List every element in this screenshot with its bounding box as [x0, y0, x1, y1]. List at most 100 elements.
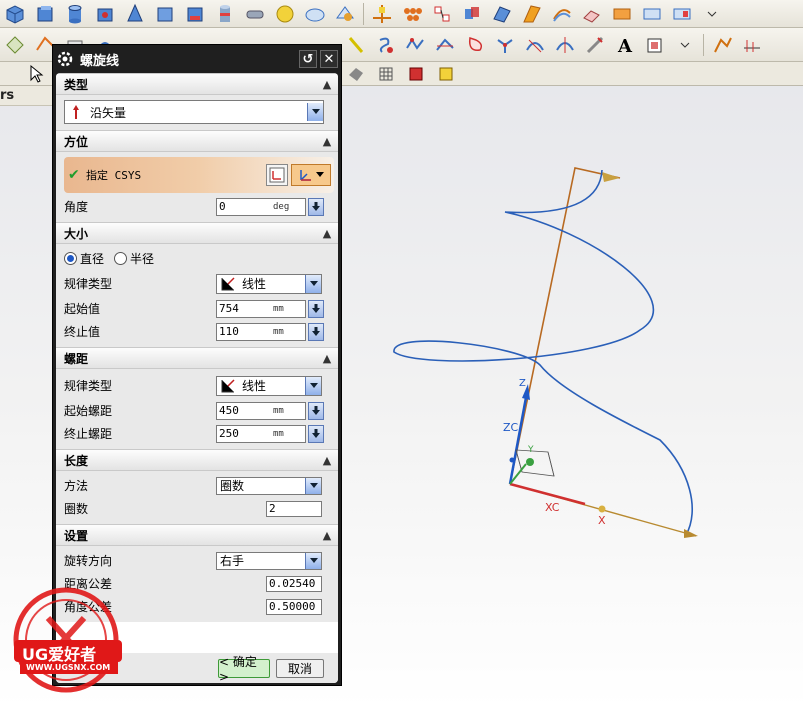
distance-tolerance-field[interactable]: 0.02540 — [266, 575, 322, 592]
eraser-icon[interactable] — [580, 2, 604, 26]
hole-block-icon[interactable] — [93, 2, 117, 26]
helix-axis-line — [509, 167, 621, 485]
chevron-down-icon[interactable] — [305, 376, 321, 395]
chevron-down-icon[interactable] — [305, 552, 321, 569]
section-orientation-header[interactable]: 方位 ▲ — [56, 130, 338, 152]
chevron-down-icon[interactable] — [305, 477, 321, 494]
start-value-field[interactable]: 754 mm — [216, 299, 306, 318]
pad-icon[interactable] — [183, 2, 207, 26]
offset-face-icon[interactable] — [610, 2, 634, 26]
patch-icon[interactable] — [670, 2, 694, 26]
pipe-icon[interactable] — [243, 2, 267, 26]
ok-button[interactable]: < 确定 > — [218, 655, 270, 683]
end-value-menu-button[interactable] — [308, 322, 324, 341]
section-type-header[interactable]: 类型 ▲ — [56, 73, 338, 95]
method-select[interactable]: 圈数 — [216, 476, 322, 495]
wave-link-icon[interactable] — [460, 2, 484, 26]
join-curve-icon[interactable] — [493, 33, 517, 57]
csys-type-button[interactable] — [291, 164, 331, 186]
end-pitch-field[interactable]: 250 mm — [216, 424, 306, 443]
svg-text:A: A — [617, 36, 633, 56]
chevron-down-icon[interactable] — [315, 171, 325, 179]
stop-icon[interactable] — [404, 62, 428, 86]
csys-origin-handle — [526, 458, 534, 466]
radius-radio[interactable]: 半径 — [114, 250, 154, 267]
blend-icon[interactable] — [333, 2, 357, 26]
specify-csys-row[interactable]: ✔ 指定 CSYS — [64, 157, 334, 193]
bridge-curve-icon[interactable] — [463, 33, 487, 57]
rotation-direction-label: 旋转方向 — [64, 554, 113, 568]
chevron-down-icon[interactable] — [307, 103, 323, 121]
turns-field[interactable]: 2 — [266, 500, 322, 517]
cancel-button[interactable]: 取消 — [276, 658, 324, 678]
y-label: Y — [527, 445, 534, 455]
pitch-law-select[interactable]: 线性 — [216, 375, 322, 396]
angle-field[interactable]: 0 deg — [216, 197, 306, 216]
collapse-icon[interactable]: ▲ — [316, 227, 338, 240]
cylinder-icon[interactable] — [63, 2, 87, 26]
end-value-field[interactable]: 110 mm — [216, 322, 306, 341]
pattern-icon[interactable] — [400, 2, 424, 26]
isocline-icon[interactable] — [403, 33, 427, 57]
point-set-icon[interactable] — [430, 2, 454, 26]
section-settings-header[interactable]: 设置 ▲ — [56, 524, 338, 546]
collapse-icon[interactable]: ▲ — [316, 352, 338, 365]
close-button[interactable]: ✕ — [320, 50, 338, 68]
move-object-icon[interactable] — [370, 2, 394, 26]
type-select[interactable]: 沿矢量 — [64, 100, 324, 124]
cone-icon[interactable] — [123, 2, 147, 26]
frame-icon[interactable] — [434, 62, 458, 86]
reset-button[interactable]: ↺ — [299, 50, 317, 68]
collapse-icon[interactable]: ▲ — [316, 529, 338, 542]
shade-icon[interactable] — [344, 62, 368, 86]
more-toolbar-icon[interactable] — [700, 2, 724, 26]
top-toolbar — [0, 0, 803, 28]
trim-curve-icon[interactable] — [523, 33, 547, 57]
size-law-select[interactable]: 线性 — [216, 273, 322, 294]
grid-icon[interactable] — [374, 62, 398, 86]
edit-curve-icon[interactable] — [583, 33, 607, 57]
section-pitch-header[interactable]: 螺距 ▲ — [56, 347, 338, 369]
split-curve-icon[interactable] — [553, 33, 577, 57]
diameter-radio[interactable]: 直径 — [64, 250, 104, 267]
csys-dialog-button[interactable] — [266, 164, 288, 186]
tube-icon[interactable] — [213, 2, 237, 26]
select-arrow-icon[interactable] — [24, 62, 48, 86]
end-pitch-menu-button[interactable] — [308, 424, 324, 443]
collapse-icon[interactable]: ▲ — [316, 135, 338, 148]
collapse-icon[interactable]: ▲ — [316, 78, 338, 91]
angle-menu-button[interactable] — [308, 197, 324, 216]
start-pitch-field[interactable]: 450 mm — [216, 401, 306, 420]
section-curve-icon[interactable] — [433, 33, 457, 57]
gear-icon[interactable] — [56, 50, 74, 68]
section-size-header[interactable]: 大小 ▲ — [56, 222, 338, 244]
view-cube-icon[interactable] — [643, 33, 667, 57]
text-icon[interactable]: A — [613, 33, 637, 57]
swoop-icon[interactable] — [550, 2, 574, 26]
dialog-titlebar[interactable]: 螺旋线 ↺ ✕ — [56, 48, 338, 70]
section-length-header[interactable]: 长度 ▲ — [56, 449, 338, 471]
extrude-icon[interactable] — [153, 2, 177, 26]
dialog-title: 螺旋线 — [80, 53, 120, 69]
thicken-icon[interactable] — [640, 2, 664, 26]
more-toolbar-icon[interactable] — [673, 33, 697, 57]
shell-icon[interactable] — [303, 2, 327, 26]
start-value-menu-button[interactable] — [308, 299, 324, 318]
zc-label: ZC — [503, 421, 519, 434]
chevron-down-icon[interactable] — [305, 274, 321, 293]
sweep-icon[interactable] — [520, 2, 544, 26]
extract-icon[interactable] — [343, 33, 367, 57]
box-icon[interactable] — [3, 2, 27, 26]
start-pitch-menu-button[interactable] — [308, 401, 324, 420]
angle-tolerance-field[interactable]: 0.50000 — [266, 598, 322, 615]
curvature-icon[interactable] — [740, 33, 764, 57]
face-icon[interactable] — [490, 2, 514, 26]
rotation-direction-select[interactable]: 右手 — [216, 551, 322, 570]
helix-icon[interactable] — [373, 33, 397, 57]
resource-bar-label: rs — [0, 88, 15, 103]
collapse-icon[interactable]: ▲ — [316, 454, 338, 467]
analysis-icon[interactable] — [710, 33, 734, 57]
pattern-curve-icon[interactable] — [3, 33, 27, 57]
block-icon[interactable] — [33, 2, 57, 26]
sphere-icon[interactable] — [273, 2, 297, 26]
